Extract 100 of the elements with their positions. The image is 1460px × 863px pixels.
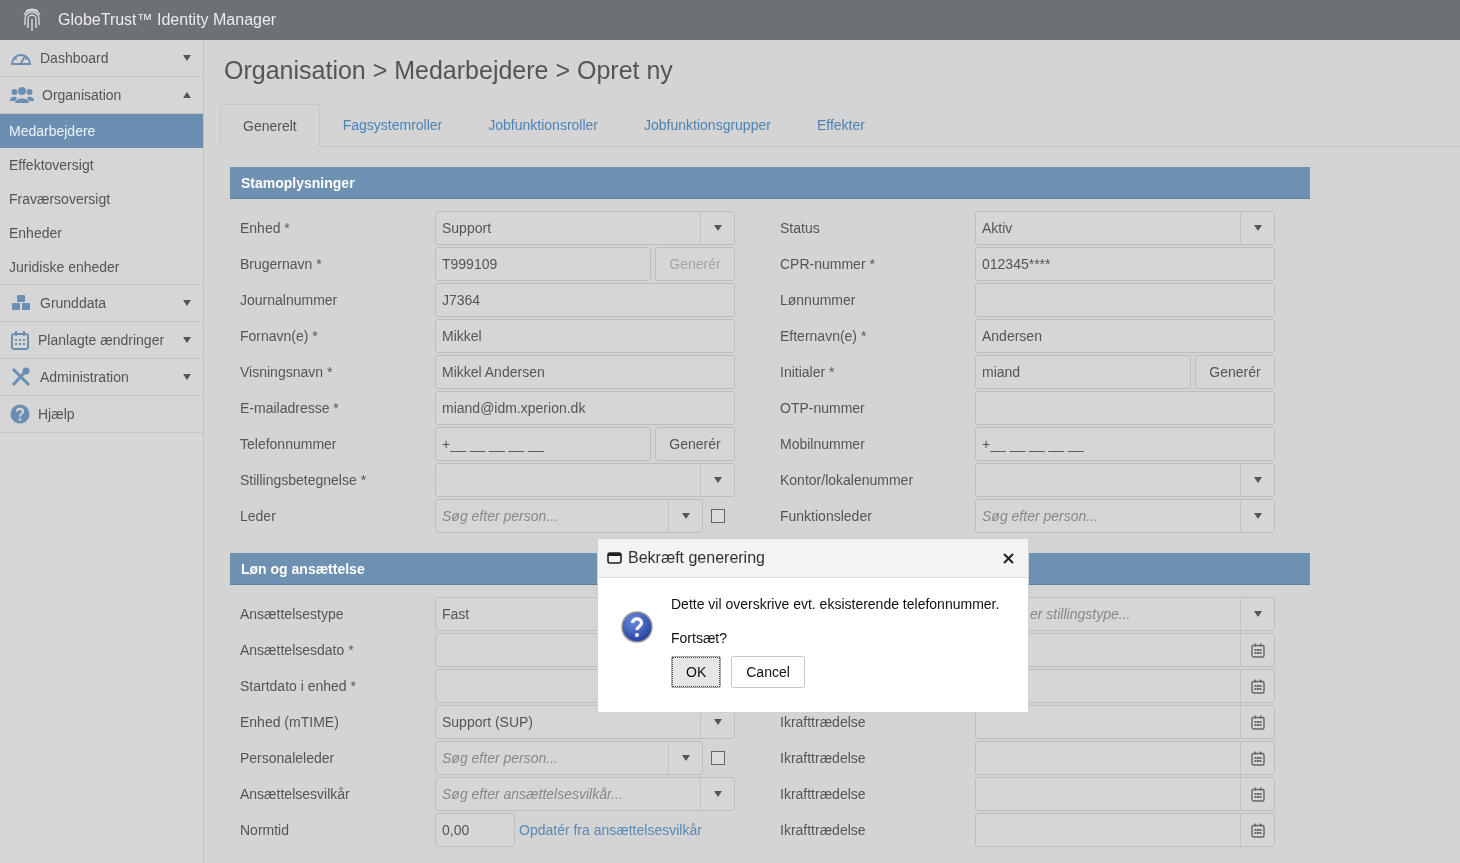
text-field[interactable]: +__ __ __ __ __ [975,427,1275,461]
dropdown[interactable]: Aktiv [975,211,1275,245]
dropdown[interactable] [435,463,735,497]
sidebar-item[interactable]: Medarbejdere [0,114,203,148]
caret-icon [1253,611,1262,617]
caret-icon [713,719,722,725]
tools-icon [10,367,32,387]
caret-icon [1253,225,1262,231]
calendar-icon [1250,786,1265,802]
field-label: Ikrafttrædelse [780,786,867,802]
page-title: Organisation > Medarbejdere > Opret ny [224,56,674,86]
field-label: Funktionsleder [780,508,873,524]
field-label: Initialer * [780,364,836,380]
calendar-icon [10,330,30,350]
caret-icon [681,513,690,519]
caret-icon [183,55,191,61]
field-label: Startdato i enhed * [240,678,357,694]
field-label: Efternavn(e) * [780,328,868,344]
question-icon [621,611,653,643]
sidebar-group[interactable]: Dashboard [0,40,203,77]
text-field[interactable]: 012345**** [975,247,1275,281]
people-icon [10,86,34,104]
number-field[interactable]: 0,00 [435,813,515,847]
caret-icon [713,225,722,231]
text-field[interactable]: +__ __ __ __ __ [435,427,651,461]
text-field[interactable]: Mikkel [435,319,735,353]
dropdown[interactable] [975,463,1275,497]
text-field[interactable]: miand [975,355,1191,389]
field-label: Journalnummer [240,292,339,308]
calendar-icon [1250,822,1265,838]
tab[interactable]: Jobfunktionsroller [465,104,622,146]
caret-icon [1253,513,1262,519]
field-label: Fornavn(e) * [240,328,319,344]
checkbox[interactable] [711,751,725,765]
field-label: Telefonnummer [240,436,338,452]
field-label: Ansættelsesvilkår [240,786,351,802]
sidebar-group[interactable]: Grunddata [0,285,203,322]
caret-icon [1253,477,1262,483]
field-label: Ansættelsestype [240,606,345,622]
checkbox[interactable] [711,509,725,523]
date-field[interactable] [975,741,1275,775]
generate-button[interactable]: Generér [655,427,735,461]
field-label: Lønnummer [780,292,857,308]
field-label: CPR-nummer * [780,256,876,272]
field-label: Leder [240,508,277,524]
tab[interactable]: Generelt [220,104,320,147]
field-label: Visningsnavn * [240,364,334,380]
date-field[interactable] [975,777,1275,811]
field-label: E-mailadresse * [240,400,340,416]
field-label: Ansættelsesdato * [240,642,355,658]
sidebar-item[interactable]: Juridiske enheder [0,250,203,284]
date-field[interactable] [975,705,1275,739]
field-label: Ikrafttrædelse [780,750,867,766]
date-field[interactable] [975,813,1275,847]
field-label: Ikrafttrædelse [780,822,867,838]
sidebar-group[interactable]: Hjælp [0,396,203,433]
field-label: OTP-nummer [780,400,866,416]
ok-button[interactable]: OK [671,656,722,688]
field-label: Stillingsbetegnelse * [240,472,368,488]
caret-icon [183,374,191,380]
sidebar-item[interactable]: Fraværsoversigt [0,182,203,216]
field-label: Kontor/lokalenummer [780,472,915,488]
text-field[interactable] [975,391,1275,425]
field-label: Enhed (mTIME) [240,714,340,730]
cancel-button[interactable]: Cancel [731,656,805,688]
close-icon[interactable] [1003,552,1014,564]
field-label: Normtid [240,822,290,838]
sidebar-item[interactable]: Effektoversigt [0,148,203,182]
caret-icon [183,300,191,306]
text-field[interactable]: J7364 [435,283,735,317]
caret-icon [713,477,722,483]
sidebar-group[interactable]: Planlagte ændringer [0,322,203,359]
calendar-icon [1250,678,1265,694]
sidebar-group[interactable]: Administration [0,359,203,396]
section-header: Stamoplysninger [230,167,1310,199]
caret-icon [713,791,722,797]
field-label: Brugernavn * [240,256,323,272]
dropdown[interactable]: Support [435,211,735,245]
app-title: GlobeTrust™ Identity Manager [58,11,277,29]
tab[interactable]: Fagsystemroller [319,104,466,146]
cubes-icon [10,294,32,312]
help-icon [10,404,30,424]
window-icon [607,552,622,564]
caret-icon [183,92,191,98]
calendar-icon [1250,750,1265,766]
text-field[interactable]: Andersen [975,319,1275,353]
tab[interactable]: Jobfunktionsgrupper [621,104,794,146]
dialog-question: Fortsæt? [671,630,728,648]
text-field[interactable] [975,283,1275,317]
text-field[interactable]: Mikkel Andersen [435,355,735,389]
text-field[interactable]: miand@idm.xperion.dk [435,391,735,425]
generate-button[interactable]: Generér [1195,355,1275,389]
caret-icon [183,337,191,343]
field-label: Status [780,220,821,236]
tab[interactable]: Effekter [793,104,888,146]
text-field[interactable]: T999109 [435,247,651,281]
field-label: Ikrafttrædelse [780,714,867,730]
calendar-icon [1250,642,1265,658]
sidebar-item[interactable]: Enheder [0,216,203,250]
field-label: Personaleleder [240,750,336,766]
